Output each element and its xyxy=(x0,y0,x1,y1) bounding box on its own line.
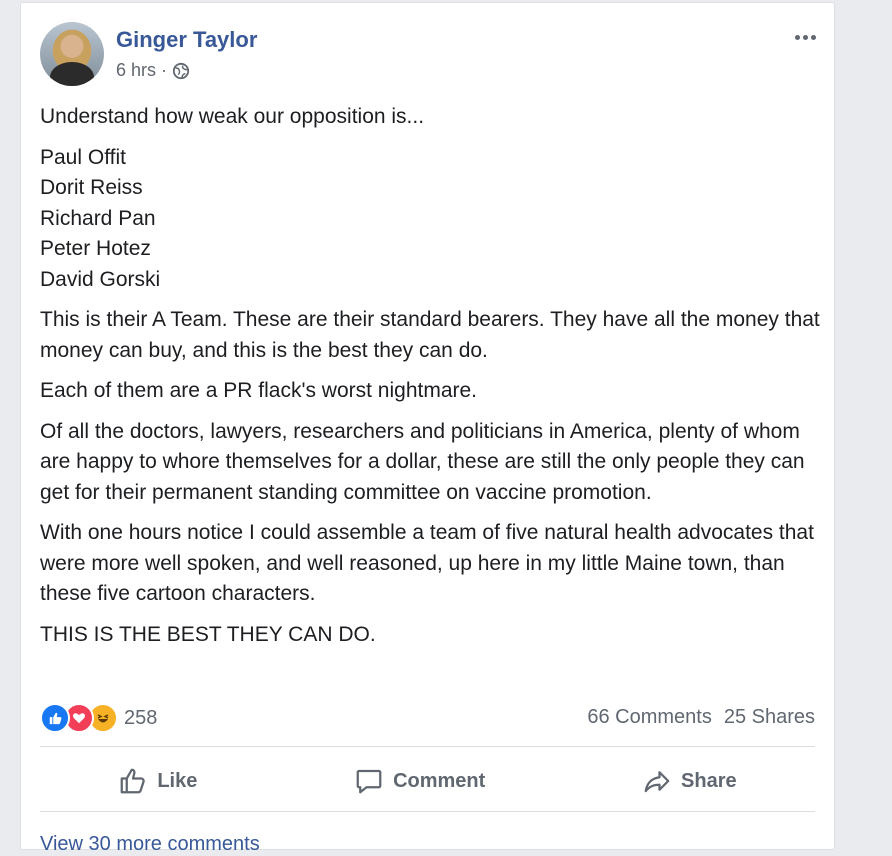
view-more-comments-link[interactable]: View 30 more comments xyxy=(40,833,260,856)
shares-count-link[interactable]: 25 Shares xyxy=(724,706,815,729)
like-button-label: Like xyxy=(157,769,198,792)
post-paragraph-intro: Understand how weak our opposition is... xyxy=(40,105,425,128)
post-body: Understand how weak our opposition is...… xyxy=(40,102,825,660)
name-item: Dorit Reiss xyxy=(40,176,143,199)
globe-icon[interactable] xyxy=(172,62,190,80)
like-button[interactable]: Like xyxy=(104,760,211,802)
engagement-stats: 66 Comments 25 Shares xyxy=(587,706,815,729)
more-options-icon[interactable] xyxy=(790,25,820,49)
name-item: Peter Hotez xyxy=(40,237,151,260)
post-paragraph: THIS IS THE BEST THEY CAN DO. xyxy=(40,622,376,646)
share-arrow-icon xyxy=(644,771,670,793)
name-item: Paul Offit xyxy=(40,145,126,169)
name-item: Richard Pan xyxy=(40,206,156,230)
meta-separator: · xyxy=(161,60,168,80)
comment-bubble-icon xyxy=(356,769,382,794)
name-item: David Gorski xyxy=(40,267,161,291)
author-avatar[interactable] xyxy=(40,22,104,86)
post-timestamp[interactable]: 6 hrs xyxy=(116,60,156,81)
divider xyxy=(40,746,815,747)
post-paragraph: This is their A Team. These are their st… xyxy=(40,308,820,362)
post-paragraph: With one hours notice I could assemble a… xyxy=(40,521,814,605)
share-button[interactable]: Share xyxy=(628,760,751,802)
post-card: Ginger Taylor 6 hrs · Understand how wea… xyxy=(20,2,835,855)
author-name-link[interactable]: Ginger Taylor xyxy=(116,27,257,53)
reactions-summary[interactable]: 258 xyxy=(40,703,157,733)
like-reaction-icon xyxy=(40,703,70,733)
comment-button-label: Comment xyxy=(393,769,486,792)
post-paragraph: Each of them are a PR flack's worst nigh… xyxy=(40,379,478,402)
share-button-label: Share xyxy=(681,769,737,792)
divider xyxy=(40,811,815,812)
comment-button[interactable]: Comment xyxy=(340,760,499,802)
post-actions-bar: Like Comment Share xyxy=(40,751,815,811)
thumbs-up-icon xyxy=(120,768,146,794)
post-meta: 6 hrs · xyxy=(116,60,190,81)
page-background xyxy=(852,0,892,850)
reaction-count: 258 xyxy=(124,706,158,729)
post-paragraph: Of all the doctors, lawyers, researchers… xyxy=(40,419,805,504)
comments-count-link[interactable]: 66 Comments xyxy=(587,706,712,729)
